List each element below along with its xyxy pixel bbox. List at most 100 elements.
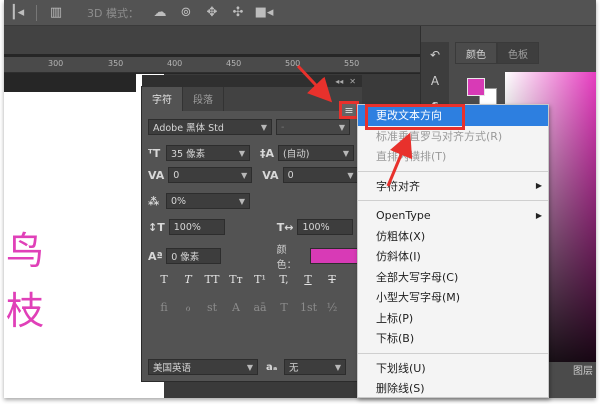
menu-item-faux-bold[interactable]: 仿粗体(X) (358, 226, 548, 247)
chevron-down-icon: ▼ (238, 148, 245, 158)
stylistic-alternates-button[interactable]: aā (252, 301, 268, 314)
font-size-field[interactable]: 35 像素 ▼ (166, 145, 250, 161)
submenu-arrow-icon: ▶ (535, 181, 542, 191)
tsume-field[interactable]: 0% ▼ (166, 193, 250, 209)
tsume-row: ⁂ 0% ▼ (148, 193, 250, 209)
horizontal-scale-value: 100% (302, 221, 330, 233)
tab-swatches[interactable]: 色板 (497, 42, 539, 64)
menu-item-all-caps[interactable]: 全部大写字母(C) (358, 267, 548, 288)
menu-item-character-alignment[interactable]: 字符对齐 ▶ (358, 176, 548, 197)
collapse-icon[interactable]: ◂◂ (335, 77, 343, 86)
horizontal-scale-field[interactable]: 100% (297, 219, 354, 235)
tracking-value: 0 (287, 169, 294, 181)
pan-icon[interactable]: ✥ (199, 0, 225, 26)
font-family-select[interactable]: Adobe 黑体 Std ▼ (148, 119, 272, 135)
tsume-icon: ⁂ (148, 194, 160, 208)
ordinals-button[interactable]: 1st (300, 301, 317, 314)
tracking-icon: VA (262, 168, 279, 182)
contextual-alternates-button[interactable]: ℴ (180, 301, 196, 314)
language-select[interactable]: 美国英语 ▼ (148, 359, 258, 375)
menu-item-tate-chu-yoko[interactable]: 直排内横排(T) (358, 146, 548, 167)
titling-alternates-button[interactable]: T (276, 301, 292, 314)
baseline-shift-field[interactable]: 0 像素 (166, 248, 221, 264)
ruler-tick: 350 (108, 59, 124, 68)
chevron-down-icon: ▼ (241, 170, 248, 180)
vertical-scale-value: 100% (173, 221, 201, 233)
menu-item-small-caps[interactable]: 小型大写字母(M) (358, 287, 548, 308)
baseline-shift-value: 0 像素 (171, 252, 200, 263)
font-family-value: Adobe 黑体 Std (153, 123, 224, 134)
document-canvas[interactable]: 鸟 枝 (4, 74, 164, 398)
faux-bold-button[interactable]: T (156, 273, 172, 286)
tab-color[interactable]: 颜色 (455, 42, 497, 64)
font-style-select[interactable]: - ▼ (276, 119, 350, 135)
color-label: 颜色： (276, 245, 297, 271)
menu-item-faux-italic[interactable]: 仿斜体(I) (358, 246, 548, 267)
language-row: 美国英语 ▼ aₐ 无 ▼ (148, 359, 346, 375)
underline-button[interactable]: T (300, 273, 316, 286)
character-panel: ◂◂ ✕ 字符 段落 ≡ Adobe 黑体 Std ▼ - ▼ ᵀT 35 像素… (141, 75, 362, 382)
document-edge (4, 74, 136, 92)
character-panel-icon[interactable]: A (421, 68, 449, 94)
character-panel-tabs: 字符 段落 (142, 87, 362, 111)
leading-icon: ‡A (260, 146, 275, 160)
kerning-field[interactable]: 0 ▼ (168, 167, 253, 183)
tab-character[interactable]: 字符 (142, 87, 183, 111)
menu-item-label: 直排内横排(T) (376, 150, 447, 164)
menu-item-superscript[interactable]: 上标(P) (358, 308, 548, 329)
canvas-text-line-2[interactable]: 枝 (6, 280, 44, 335)
panel-menu-button[interactable]: ≡ (339, 101, 359, 119)
menu-divider (358, 170, 548, 172)
leading-field[interactable]: (自动) ▼ (278, 145, 355, 161)
baseline-shift-icon: Aª (148, 249, 163, 263)
orbit-icon[interactable]: ☁ (147, 0, 173, 26)
all-caps-button[interactable]: TT (204, 273, 220, 286)
strikethrough-button[interactable]: T (324, 273, 340, 286)
options-bar: ┃◂ ▥ 3D 模式： ☁ ⊚ ✥ ✣ ■◂ (4, 0, 596, 26)
canvas-text-line-1[interactable]: 鸟 (6, 220, 44, 275)
menu-item-subscript[interactable]: 下标(B) (358, 328, 548, 349)
fractions-button[interactable]: ½ (324, 301, 340, 314)
tsume-value: 0% (171, 195, 187, 207)
menu-item-label: 全部大写字母(C) (376, 270, 459, 284)
horizontal-scale-icon: T↔ (276, 220, 294, 234)
distribute-icon[interactable]: ▥ (43, 0, 69, 26)
kerning-value: 0 (173, 169, 180, 181)
menu-item-label: 下划线(U) (376, 361, 426, 375)
vertical-scale-field[interactable]: 100% (168, 219, 225, 235)
camera-icon[interactable]: ■◂ (251, 0, 277, 26)
small-caps-button[interactable]: Tт (228, 273, 244, 286)
font-row: Adobe 黑体 Std ▼ - ▼ (148, 119, 350, 135)
ruler-tick: 400 (167, 59, 183, 68)
slide-icon[interactable]: ✣ (225, 0, 251, 26)
text-color-swatch[interactable] (309, 248, 360, 264)
close-icon[interactable]: ✕ (349, 77, 356, 86)
discretionary-ligatures-button[interactable]: st (204, 301, 220, 314)
menu-item-underline[interactable]: 下划线(U) (358, 358, 548, 379)
menu-item-label: 字符对齐 (376, 179, 420, 193)
swash-button[interactable]: A (228, 301, 244, 314)
align-icon[interactable]: ┃◂ (4, 0, 30, 26)
subscript-button[interactable]: T, (276, 273, 292, 286)
foreground-color-swatch[interactable] (467, 78, 485, 96)
horizontal-ruler: 300 350 400 450 500 550 (4, 57, 420, 73)
anti-alias-value: 无 (289, 363, 299, 374)
menu-item-label: 上标(P) (376, 311, 414, 325)
ruler-tick: 500 (285, 59, 301, 68)
language-value: 美国英语 (153, 363, 192, 374)
superscript-button[interactable]: T¹ (252, 273, 268, 286)
layers-tab[interactable]: 图层 (573, 362, 593, 377)
history-icon[interactable]: ↶ (421, 42, 449, 68)
roll-icon[interactable]: ⊚ (173, 0, 199, 26)
ligatures-button[interactable]: fi (156, 301, 172, 314)
document-tab-area (4, 26, 420, 54)
chevron-down-icon: ▼ (342, 148, 350, 158)
tab-paragraph[interactable]: 段落 (183, 87, 224, 111)
tracking-field[interactable]: 0 ▼ (282, 167, 359, 183)
faux-italic-button[interactable]: T (180, 273, 196, 286)
anti-alias-select[interactable]: 无 ▼ (284, 359, 346, 375)
menu-item-strikethrough[interactable]: 删除线(S) (358, 378, 548, 399)
menu-item-opentype[interactable]: OpenType ▶ (358, 205, 548, 226)
menu-item-label: 小型大写字母(M) (376, 291, 461, 305)
scale-row: ↕T 100% T↔ 100% (148, 219, 354, 235)
